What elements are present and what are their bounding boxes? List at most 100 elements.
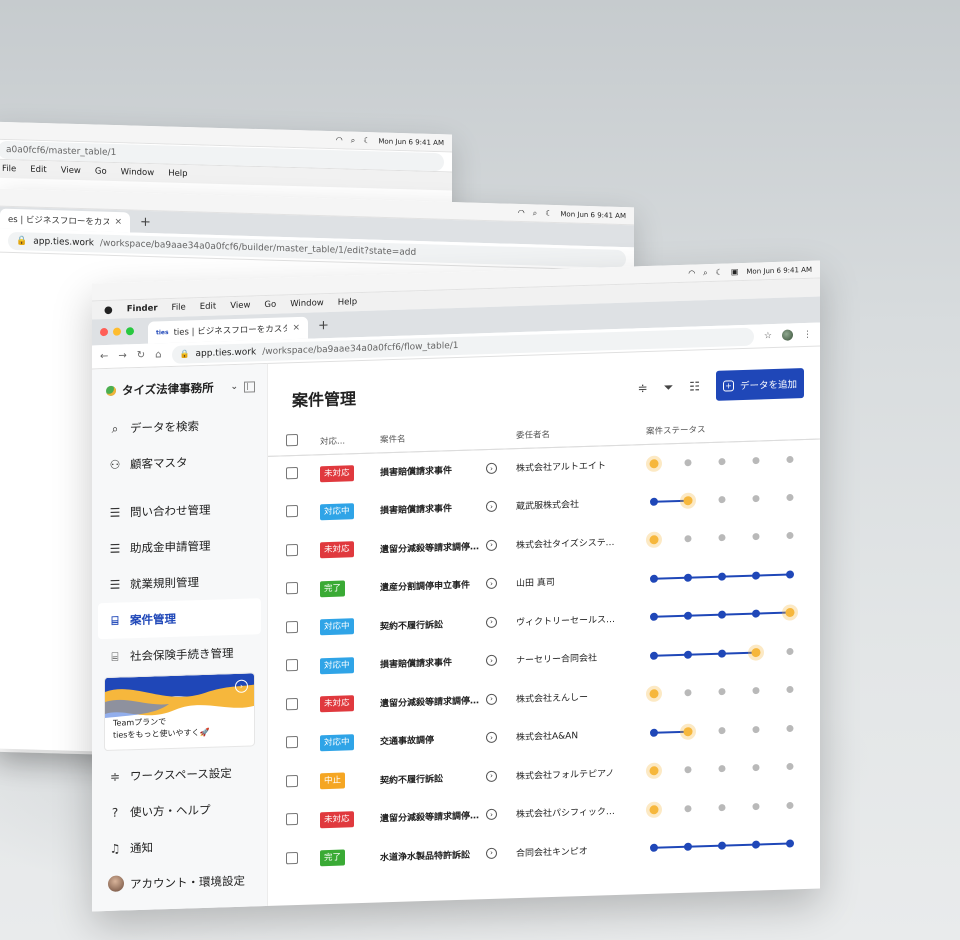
profile-avatar[interactable] <box>782 329 793 341</box>
open-detail-icon[interactable]: › <box>486 847 497 859</box>
sidebar-item[interactable]: ≑ ワークスペース設定 <box>98 754 261 795</box>
menu-item[interactable]: View <box>230 300 250 311</box>
case-name[interactable]: 契約不履行訴訟 <box>380 770 484 786</box>
menu-item[interactable]: Edit <box>200 302 216 313</box>
open-detail-icon[interactable]: › <box>486 500 497 513</box>
back-arrow-icon[interactable]: ← <box>100 351 108 362</box>
menu-item[interactable]: Edit <box>30 165 46 175</box>
minimize-window-button[interactable] <box>113 327 121 336</box>
menu-item[interactable]: Window <box>121 167 155 178</box>
menu-item[interactable]: Finder <box>127 303 158 314</box>
case-name[interactable]: 遺留分減殺等請求調停申... <box>380 808 484 824</box>
filter-icon[interactable]: ⏷ <box>664 380 674 395</box>
sidebar-item[interactable]: ☰ 助成金申請管理 <box>98 526 261 567</box>
step-dot <box>752 764 760 772</box>
open-detail-icon[interactable]: › <box>486 539 497 551</box>
sidebar-item[interactable]: ☰ 就業規則管理 <box>98 562 261 603</box>
sidebar-item-label: 社会保険手続き管理 <box>130 645 234 664</box>
users-icon: ⚇ <box>109 457 121 472</box>
forward-arrow-icon[interactable]: → <box>118 350 126 361</box>
case-name[interactable]: 水道浄水製品特許訴訟 <box>380 847 484 863</box>
row-checkbox[interactable] <box>286 736 298 749</box>
case-name[interactable]: 損害賠償請求事件 <box>380 462 484 478</box>
sidebar-item-label: ワークスペース設定 <box>130 766 232 784</box>
open-detail-icon[interactable]: › <box>486 616 497 628</box>
close-window-button[interactable] <box>100 327 108 337</box>
menu-item[interactable]: Window <box>290 298 324 309</box>
menu-item[interactable]: Help <box>338 297 357 308</box>
step-dot <box>684 573 692 582</box>
star-icon[interactable]: ☆ <box>764 331 772 341</box>
step-dot <box>684 804 692 812</box>
apple-icon[interactable]: ● <box>104 304 113 315</box>
sliders-icon[interactable]: ≑ <box>638 381 648 395</box>
close-icon[interactable]: × <box>292 323 300 333</box>
row-checkbox[interactable] <box>286 620 298 634</box>
add-data-button[interactable]: + データを追加 <box>716 368 804 401</box>
flow-icon: ⌸ <box>111 649 119 664</box>
reload-icon[interactable]: ↻ <box>137 350 145 361</box>
clock: Mon Jun 6 9:41 AM <box>746 265 812 276</box>
row-checkbox[interactable] <box>286 505 298 518</box>
open-detail-icon[interactable]: › <box>486 770 497 782</box>
row-checkbox[interactable] <box>286 543 298 557</box>
sidebar-item[interactable]: ? 使い方・ヘルプ <box>98 790 261 831</box>
open-detail-icon[interactable]: › <box>486 654 497 667</box>
status-progress-stepper <box>646 532 794 549</box>
client-name: 株式会社フォルテピアノ <box>516 768 615 782</box>
column-header-client[interactable]: 委任者名 <box>516 418 646 449</box>
open-detail-icon[interactable]: › <box>486 577 497 590</box>
collapse-sidebar-icon[interactable]: ▏ <box>244 380 255 393</box>
select-all-checkbox[interactable] <box>286 434 298 447</box>
home-icon[interactable]: ⌂ <box>155 349 161 360</box>
open-detail-icon[interactable]: › <box>486 808 497 821</box>
row-checkbox[interactable] <box>286 659 298 672</box>
sidebar-item[interactable]: ⌸ 案件管理 <box>98 598 261 640</box>
column-header-status[interactable]: 対応... <box>320 426 380 455</box>
case-name[interactable]: 損害賠償請求事件 <box>380 500 484 516</box>
sidebar-item[interactable]: ⌕ データを検索 <box>98 406 261 447</box>
team-plan-banner[interactable]: › Teamプランで tiesをもっと使いやすく🚀 <box>104 672 255 752</box>
case-name[interactable]: 契約不履行訴訟 <box>380 616 484 632</box>
row-checkbox[interactable] <box>286 851 298 865</box>
view-options-icon[interactable]: ☷ <box>689 379 700 393</box>
banner-text: Teamプランで tiesをもっと使いやすく🚀 <box>113 717 210 740</box>
sidebar-item[interactable]: ☰ 問い合わせ管理 <box>98 490 261 531</box>
zoom-window-button[interactable] <box>126 327 134 336</box>
sidebar-item[interactable]: ♫ 通知 <box>98 826 261 867</box>
sidebar-item[interactable]: アカウント・環境設定 <box>98 862 261 903</box>
case-name[interactable]: 遺留分減殺等請求調停申... <box>380 539 484 555</box>
new-tab-icon[interactable]: + <box>140 214 151 229</box>
row-checkbox[interactable] <box>286 697 298 711</box>
open-detail-icon[interactable]: › <box>486 693 497 705</box>
menu-item[interactable]: View <box>61 166 81 177</box>
case-name[interactable]: 損害賠償請求事件 <box>380 654 484 670</box>
status-badge: 対応中 <box>320 656 354 675</box>
browser-tab[interactable]: es | ビジネスフローをカスタマ... × <box>0 208 130 233</box>
sidebar: タイズ法律事務所 ⌄ ▏ ⌕ データを検索 ⚇ 顧客マスタ ☰ 問い合わせ管理 ☰ 助成金申請… <box>92 363 268 912</box>
open-detail-icon[interactable]: › <box>486 731 497 744</box>
menu-item[interactable]: File <box>2 164 16 174</box>
new-tab-icon[interactable]: + <box>318 317 329 332</box>
case-name[interactable]: 交通事故調停 <box>380 731 484 748</box>
row-checkbox[interactable] <box>286 774 298 788</box>
menu-item[interactable]: Go <box>264 300 276 310</box>
open-detail-icon[interactable]: › <box>486 462 497 475</box>
sidebar-item[interactable]: ⚇ 顧客マスタ <box>98 442 261 483</box>
row-checkbox[interactable] <box>286 466 298 480</box>
case-name[interactable]: 遺留分減殺等請求調停申... <box>380 693 484 709</box>
row-checkbox[interactable] <box>286 582 298 595</box>
case-name[interactable]: 遺産分割調停申立事件 <box>380 577 484 594</box>
chevron-down-icon[interactable]: ⌄ <box>230 382 238 392</box>
menu-item[interactable]: File <box>172 302 186 312</box>
moon-icon: ☾ <box>545 208 553 218</box>
client-name: ナーセリー合同会社 <box>516 653 598 667</box>
close-icon[interactable]: × <box>114 217 122 227</box>
workspace-switcher[interactable]: タイズ法律事務所 ⌄ ▏ <box>92 364 267 411</box>
database-icon: ☰ <box>109 505 121 520</box>
more-icon[interactable]: ⋮ <box>803 329 812 339</box>
menu-item[interactable]: Go <box>95 166 107 176</box>
sidebar-item[interactable]: ⌸ 社会保険手続き管理 <box>98 634 261 675</box>
menu-item[interactable]: Help <box>168 169 187 180</box>
row-checkbox[interactable] <box>286 813 298 826</box>
